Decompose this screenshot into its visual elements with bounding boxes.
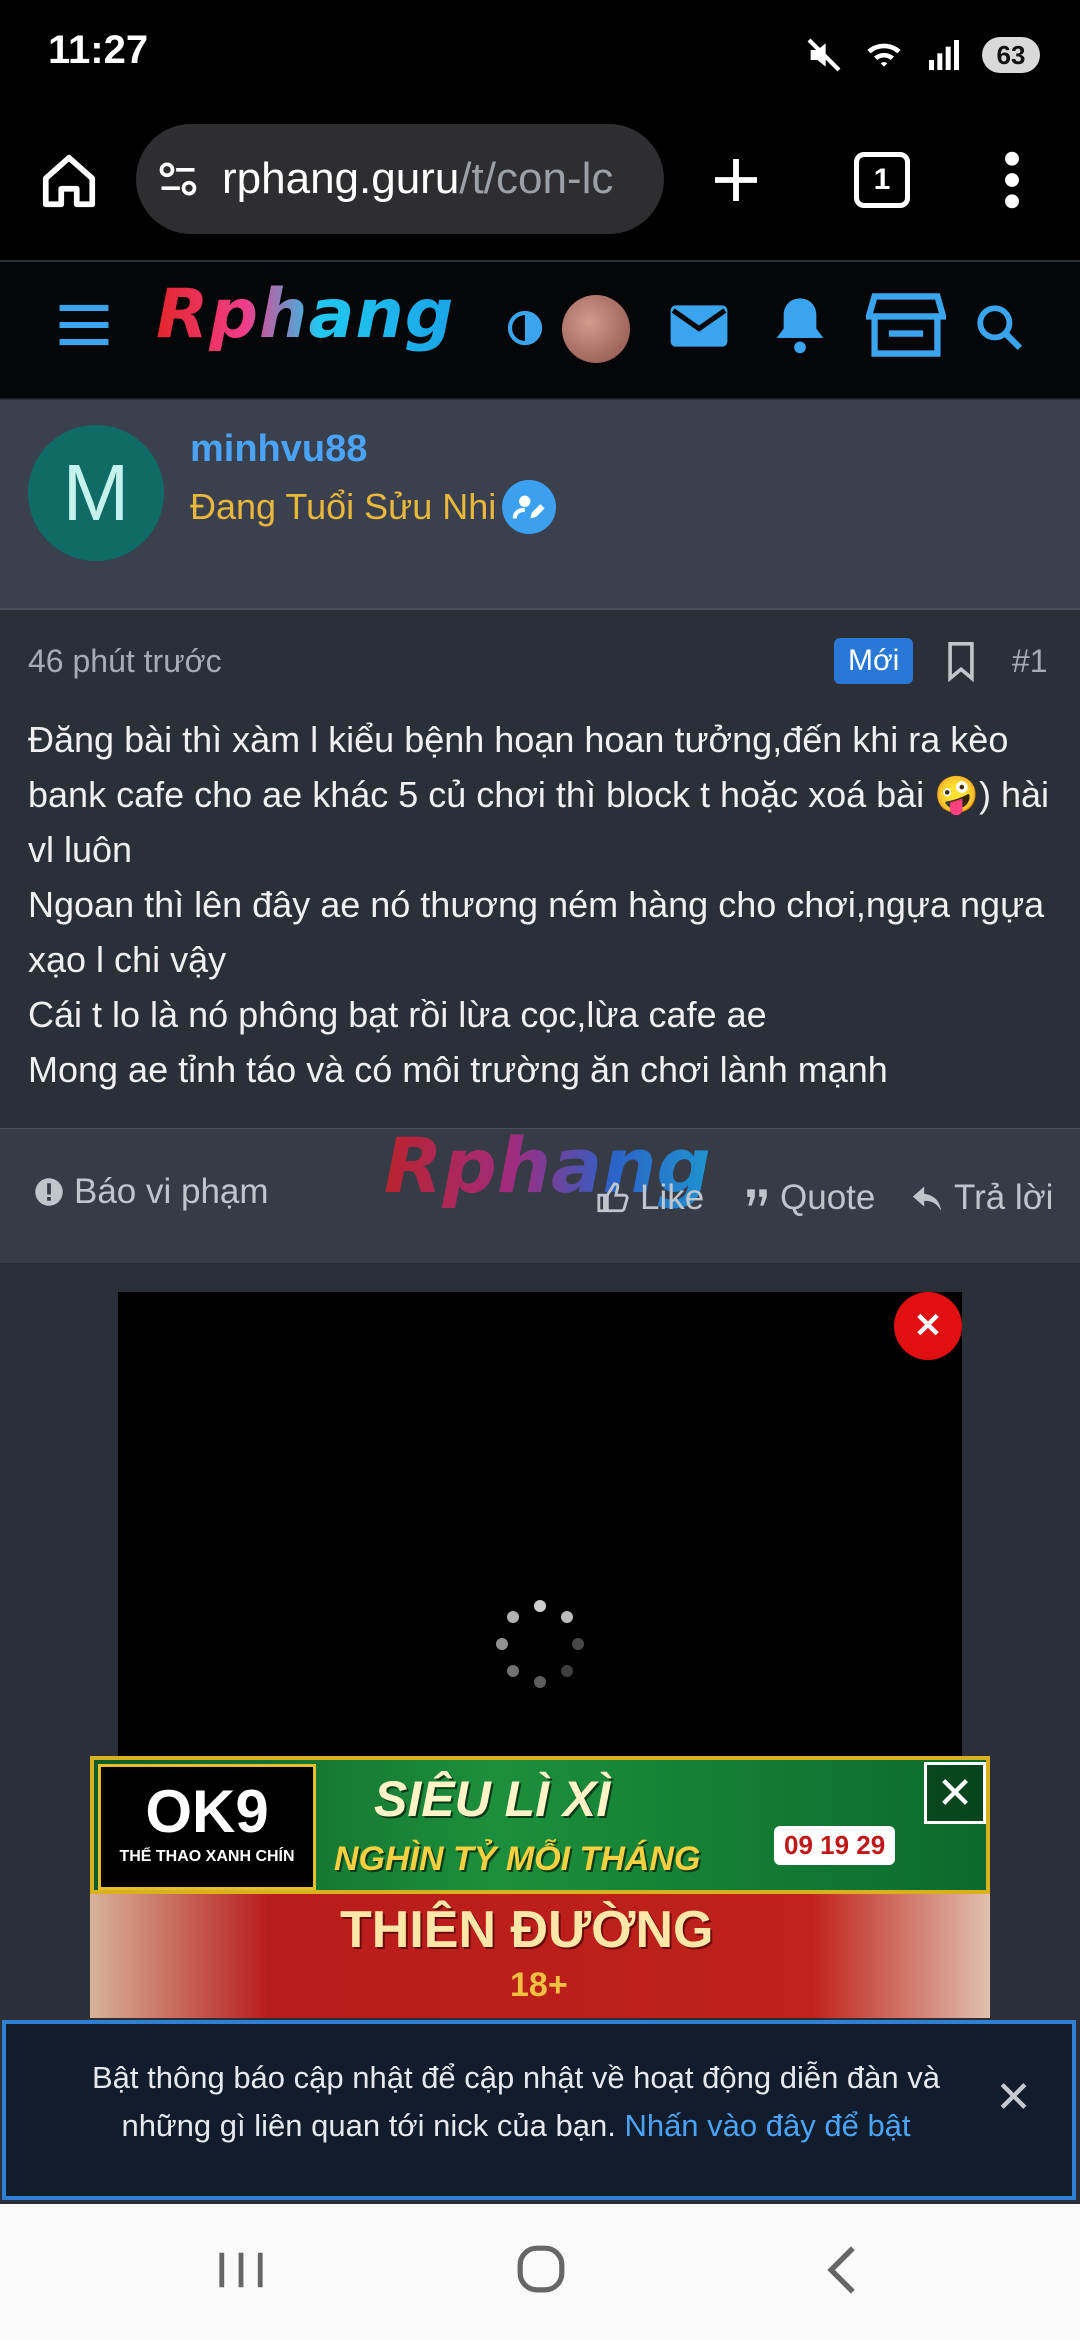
rphang-logo: Rphang [156, 275, 454, 354]
reply-label: Trả lời [954, 1178, 1054, 1217]
search-icon[interactable] [974, 302, 1024, 352]
alert-icon [35, 1178, 63, 1206]
wifi-icon [867, 43, 901, 67]
site-settings-icon[interactable] [156, 157, 200, 201]
mail-icon[interactable] [668, 300, 730, 352]
ad-bottom-strip[interactable]: THIÊN ĐƯỜNG 18+ [90, 1894, 990, 2018]
ad-subheadline: NGHÌN TỶ MỖI THÁNG [334, 1840, 701, 1878]
bookmark-icon[interactable] [946, 642, 976, 682]
author-avatar[interactable]: M [28, 425, 164, 561]
quote-icon [747, 1189, 767, 1206]
new-tab-icon[interactable] [708, 152, 764, 208]
post-number[interactable]: #1 [1012, 643, 1048, 680]
loading-spinner-icon [496, 1600, 584, 1688]
author-title: Đang Tuổi Sửu Nhi [190, 486, 497, 527]
post-paragraph: Cái t lo là nó phông bạt rồi lừa cọc,lừa… [28, 994, 767, 1035]
hamburger-menu-icon[interactable] [54, 303, 114, 347]
back-button-icon[interactable] [822, 2244, 862, 2296]
ad-headline: SIÊU LÌ XÌ [374, 1771, 611, 1827]
report-button[interactable]: Báo vi phạm [34, 1172, 269, 1212]
ad-paradise-text: THIÊN ĐƯỜNG [340, 1901, 714, 1959]
ad-brand-sub: THỂ THAO XANH CHÍN [119, 1848, 295, 1865]
address-bar[interactable]: rphang.guru/t/con-lc [136, 124, 664, 234]
theme-toggle-icon[interactable] [505, 308, 545, 348]
store-icon[interactable] [866, 290, 946, 360]
home-button-icon[interactable] [516, 2244, 566, 2294]
new-badge: Mới [834, 638, 914, 684]
notification-bell-icon[interactable] [772, 292, 828, 356]
like-label: Like [640, 1178, 705, 1217]
home-icon[interactable] [38, 150, 100, 212]
author-username[interactable]: minhvu88 [190, 428, 367, 471]
quote-label: Quote [780, 1178, 876, 1217]
close-video-button[interactable]: ✕ [894, 1292, 962, 1360]
ad-countdown: 09 19 29 [774, 1826, 896, 1865]
reply-button[interactable]: Trả lời [910, 1178, 1053, 1218]
logo-text: Rphang [156, 275, 454, 354]
tab-switcher-button[interactable]: 1 [854, 152, 910, 208]
close-notice-icon[interactable]: ✕ [995, 2072, 1032, 2123]
notice-message: Bật thông báo cập nhật để cập nhật về ho… [66, 2054, 966, 2150]
post-paragraph: Ngoan thì lên đây ae nó thương ném hàng … [28, 884, 1045, 980]
more-menu-icon[interactable] [996, 148, 1028, 212]
thumbs-up-icon [597, 1182, 629, 1213]
status-icons: 63 [804, 30, 1040, 80]
enable-notifications-link[interactable]: Nhấn vào đây để bật [624, 2108, 910, 2143]
site-logo[interactable]: Rphang [152, 275, 462, 373]
mute-icon [807, 38, 841, 72]
signal-icon [929, 40, 959, 70]
user-edit-icon [512, 495, 545, 519]
like-button[interactable]: Like [596, 1178, 704, 1218]
user-avatar[interactable] [562, 295, 630, 363]
post-paragraph: Đăng bài thì xàm l kiểu bệnh hoạn hoan t… [28, 719, 1050, 870]
url-path: /t/con-lc [459, 154, 614, 203]
status-time: 11:27 [48, 28, 149, 72]
verified-badge [502, 480, 556, 534]
battery-indicator: 63 [982, 37, 1040, 73]
quote-button[interactable]: Quote [744, 1178, 875, 1218]
post-timestamp[interactable]: 46 phút trước [28, 643, 222, 680]
notification-prompt: Bật thông báo cập nhật để cập nhật về ho… [2, 2020, 1076, 2200]
recent-apps-icon[interactable] [216, 2248, 266, 2292]
ad-brand-name: OK9 [145, 1778, 269, 1845]
ad-brand-logo: OK9 THỂ THAO XANH CHÍN [98, 1764, 316, 1890]
reply-arrow-icon [912, 1186, 942, 1211]
url-host: rphang.guru [222, 154, 460, 203]
ad-top-strip[interactable]: OK9 THỂ THAO XANH CHÍN SIÊU LÌ XÌ NGHÌN … [90, 1756, 990, 1894]
ad-paradise-sub: 18+ [510, 1966, 568, 2004]
post-paragraph: Mong ae tỉnh táo và có môi trường ăn chơ… [28, 1049, 888, 1090]
report-label: Báo vi phạm [74, 1172, 269, 1211]
ad-banner[interactable]: OK9 THỂ THAO XANH CHÍN SIÊU LÌ XÌ NGHÌN … [90, 1756, 990, 2018]
post-body: Đăng bài thì xàm l kiểu bệnh hoạn hoan t… [28, 712, 1058, 1097]
url-text[interactable]: rphang.guru/t/con-lc [222, 154, 642, 204]
close-ad-button[interactable]: ✕ [924, 1762, 986, 1824]
video-player[interactable] [118, 1292, 962, 1762]
